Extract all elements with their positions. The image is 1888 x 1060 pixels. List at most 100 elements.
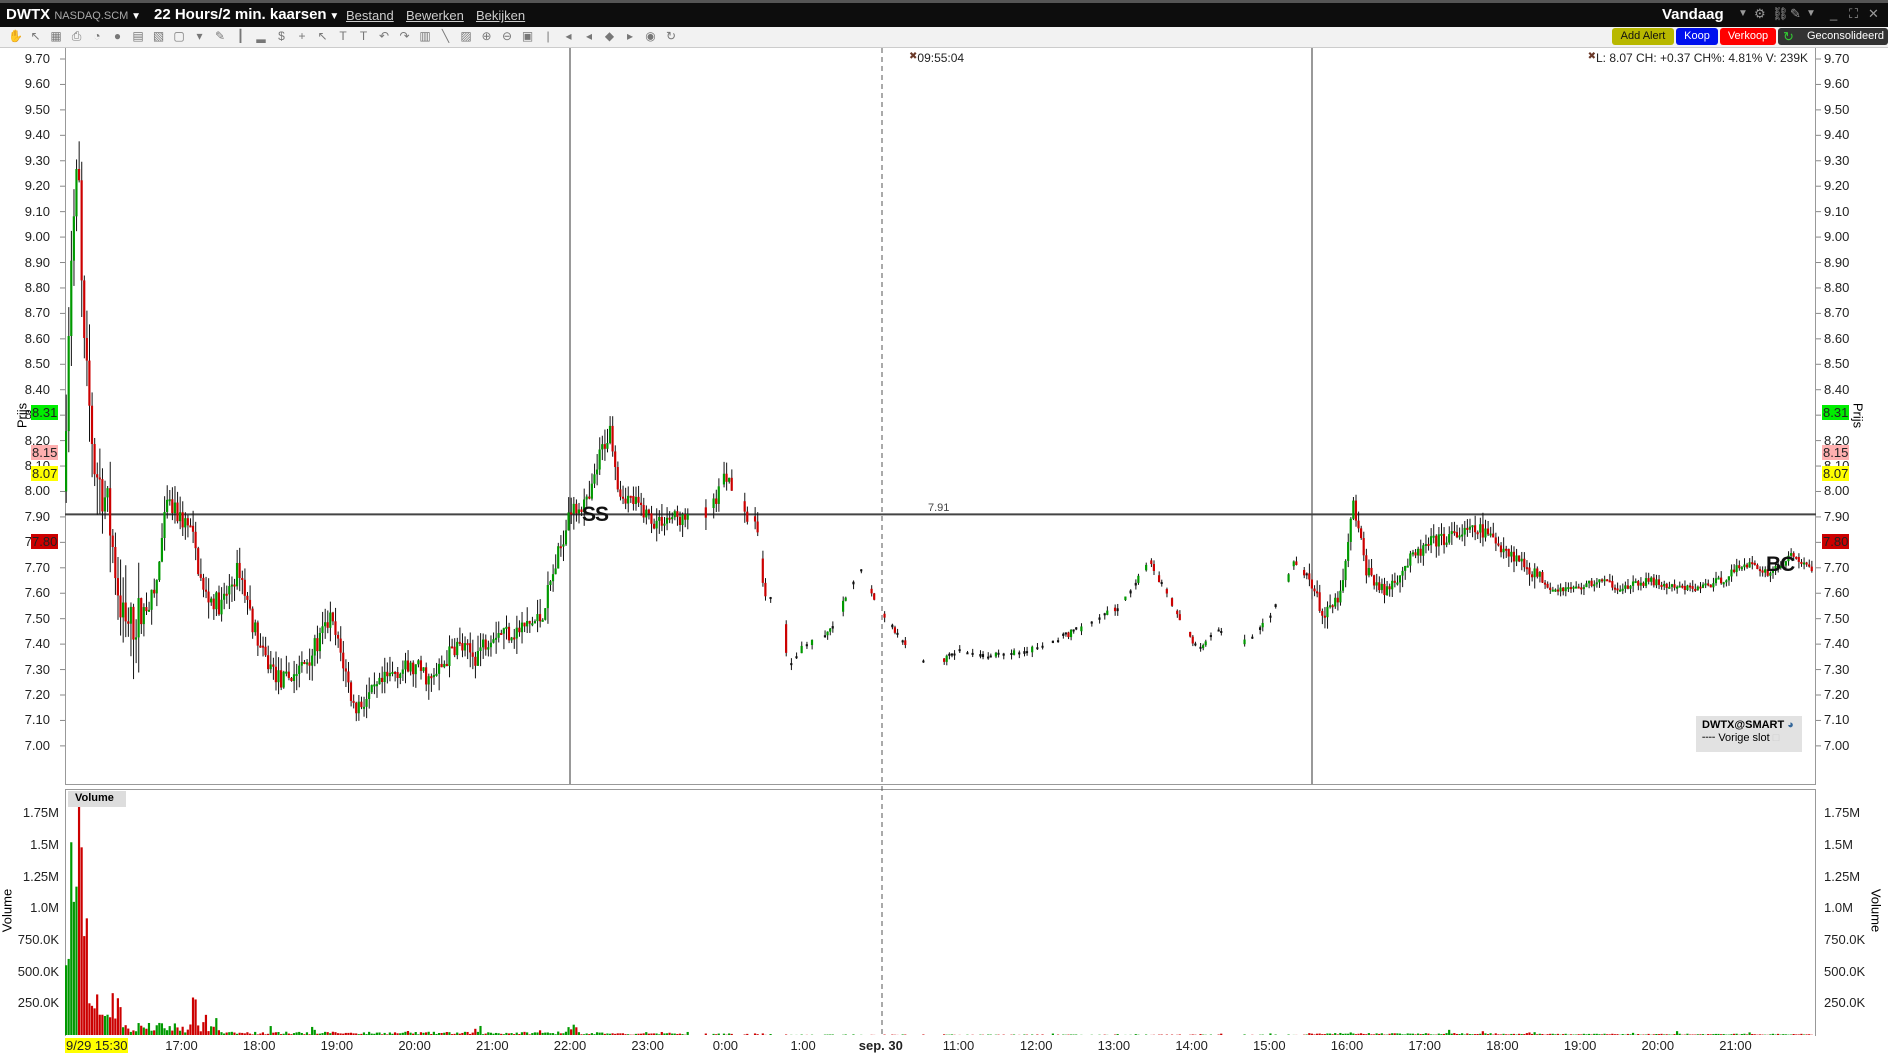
candle-body: [497, 633, 500, 638]
volume-bar: [1489, 1033, 1492, 1035]
price-tick-left: 7.50: [24, 610, 50, 626]
volume-axis-title-right: Volume: [1868, 888, 1884, 933]
price-tick-right: 7.50: [1824, 610, 1850, 626]
candle-body: [77, 169, 81, 181]
volume-bar: [489, 1032, 492, 1035]
time-label: sep. 30: [858, 1038, 903, 1053]
close-icon[interactable]: ✖: [1588, 51, 1596, 62]
candle-body: [101, 479, 104, 512]
candle-body: [269, 664, 272, 670]
price-tick-left: 8.70: [24, 305, 50, 321]
candle-body: [761, 558, 764, 583]
volume-bar: [943, 1034, 946, 1035]
candle-body: [945, 655, 948, 662]
volume-bar: [844, 1034, 847, 1035]
candle-body: [233, 584, 236, 587]
candle-body: [1569, 587, 1572, 590]
volume-bar: [311, 1026, 314, 1035]
volume-bar: [1792, 1034, 1795, 1035]
price-tick-left: 7.20: [24, 687, 50, 702]
volume-bar: [1598, 1034, 1601, 1035]
candle-body: [526, 620, 529, 627]
candle-body: [896, 632, 899, 635]
volume-bar: [645, 1032, 648, 1035]
candle-body: [668, 517, 671, 520]
candle-body: [1370, 567, 1373, 576]
candle-body: [513, 637, 516, 640]
volume-bar: [1308, 1033, 1311, 1035]
candle-body: [1160, 582, 1163, 585]
candle-body: [904, 640, 907, 646]
candle-body: [831, 626, 834, 629]
volume-bar: [1675, 1031, 1679, 1035]
volume-bar: [554, 1034, 557, 1035]
volume-bar: [124, 1025, 127, 1035]
candle-body: [404, 660, 407, 670]
candle-body: [1137, 575, 1140, 583]
candle-body: [98, 477, 101, 480]
volume-tick-right: 1.25M: [1824, 868, 1861, 884]
volume-bar: [326, 1032, 329, 1035]
volume-bar: [1437, 1033, 1440, 1035]
price-tick-right: 8.90: [1824, 254, 1850, 270]
volume-bar: [347, 1032, 350, 1035]
volume-bar: [1393, 1033, 1396, 1035]
candle-body: [1331, 605, 1334, 608]
volume-bar: [1549, 1033, 1552, 1035]
legend-prev-close[interactable]: ╌╌ Vorige slot □: [1702, 731, 1796, 744]
price-tick-right: 7.10: [1824, 712, 1850, 728]
candle-body: [145, 607, 148, 612]
volume-bar: [207, 1031, 210, 1035]
volume-bar: [564, 1031, 568, 1035]
volume-bar: [111, 993, 114, 1035]
time-label: 0:00: [712, 1038, 739, 1053]
volume-bar: [417, 1034, 420, 1035]
checkbox-icon[interactable]: □: [1773, 732, 1780, 744]
candle-body: [1323, 615, 1326, 618]
candle-body: [1683, 586, 1686, 590]
price-tick-left: 7.40: [24, 636, 50, 652]
volume-bar: [241, 1032, 244, 1035]
price-tick-right: 8.00: [1824, 483, 1850, 499]
candle-body: [1600, 579, 1604, 582]
globe-icon[interactable]: ◕: [1787, 719, 1794, 731]
volume-bar: [1660, 1033, 1663, 1035]
volume-bar: [199, 1031, 202, 1035]
volume-bar: [1429, 1034, 1433, 1035]
candle-body: [1556, 589, 1560, 592]
candle-body: [1704, 583, 1707, 586]
volume-bar: [557, 1031, 560, 1035]
volume-bar: [1800, 1033, 1803, 1035]
ss-annotation: SS: [582, 503, 609, 526]
candle-body: [730, 477, 733, 491]
candle-body: [1613, 587, 1617, 590]
volume-bar: [469, 1033, 472, 1035]
candle-body: [1251, 636, 1254, 639]
volume-bar: [399, 1033, 402, 1035]
volume-bar: [502, 1034, 505, 1035]
candle-body: [1269, 615, 1272, 618]
volume-bar: [67, 958, 70, 1035]
candle-body: [311, 655, 314, 666]
volume-bar: [412, 1033, 415, 1035]
volume-bar: [1471, 1034, 1474, 1035]
candle-body: [829, 628, 832, 632]
candle-body: [396, 672, 399, 679]
candle-body: [1209, 635, 1212, 638]
volume-bar: [401, 1032, 404, 1035]
candle-body: [515, 627, 518, 639]
candle-body: [585, 496, 588, 500]
volume-bar: [513, 1034, 516, 1035]
candle-body: [1714, 578, 1718, 584]
candle-body: [85, 337, 88, 361]
volume-bar: [375, 1032, 378, 1035]
candle-body: [1722, 582, 1725, 585]
price-badge-right: 8.31: [1822, 404, 1850, 420]
candle-body: [445, 663, 448, 667]
volume-bar: [1569, 1034, 1572, 1035]
candle-body: [347, 671, 350, 683]
volume-bar: [1652, 1034, 1655, 1035]
candle-body: [1517, 555, 1521, 562]
candle-body: [505, 626, 508, 629]
candle-body: [342, 652, 345, 669]
